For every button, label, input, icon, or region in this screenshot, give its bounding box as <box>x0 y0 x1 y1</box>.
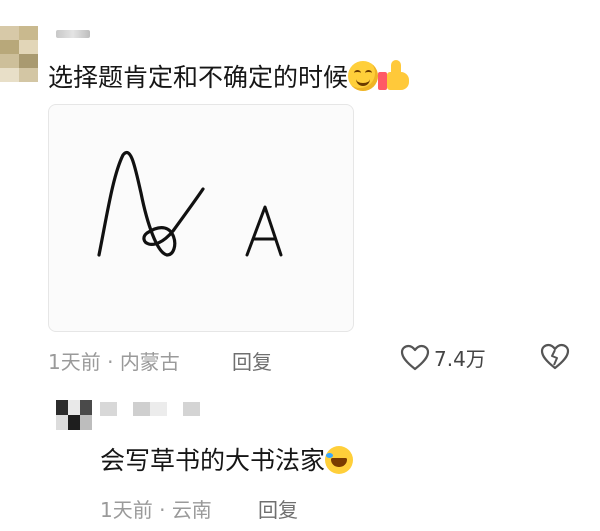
reply-time: 1天前 <box>100 498 153 522</box>
reply-location: 云南 <box>171 498 212 522</box>
broken-heart-icon <box>540 343 570 370</box>
laughing-emoji <box>325 446 354 474</box>
comment-text: 选择题肯定和不确定的时候 <box>48 63 349 92</box>
username-blurred[interactable] <box>56 30 90 38</box>
comment-text-line: 选择题肯定和不确定的时候 <box>48 60 412 93</box>
reply-username-blurred[interactable] <box>100 402 200 416</box>
comment-location: 内蒙古 <box>119 350 180 374</box>
thumbs-up-emoji <box>378 60 412 92</box>
reply-avatar[interactable] <box>56 400 92 430</box>
handwriting-drawing <box>97 151 283 257</box>
comment-meta: 1天前 · 内蒙古 <box>48 346 180 375</box>
meta-separator: · <box>159 498 166 522</box>
cursive-a-stroke <box>97 151 205 257</box>
comment-time: 1天前 <box>48 350 101 374</box>
like-button[interactable]: 7.4万 <box>400 343 486 372</box>
dislike-button[interactable] <box>540 343 570 375</box>
print-a-stroke <box>245 205 283 257</box>
reply-meta: 1天前 · 云南 <box>100 494 212 523</box>
reply-text: 会写草书的大书法家 <box>100 446 326 475</box>
smile-emoji <box>348 61 379 91</box>
reply-button[interactable]: 回复 <box>232 346 272 375</box>
reply-text-line: 会写草书的大书法家 <box>100 446 354 476</box>
heart-icon <box>400 344 430 370</box>
like-count: 7.4万 <box>434 347 486 371</box>
reply-to-reply-button[interactable]: 回复 <box>258 494 298 523</box>
comment-image[interactable] <box>48 104 354 332</box>
meta-separator: · <box>107 350 114 374</box>
user-avatar[interactable] <box>0 26 38 82</box>
